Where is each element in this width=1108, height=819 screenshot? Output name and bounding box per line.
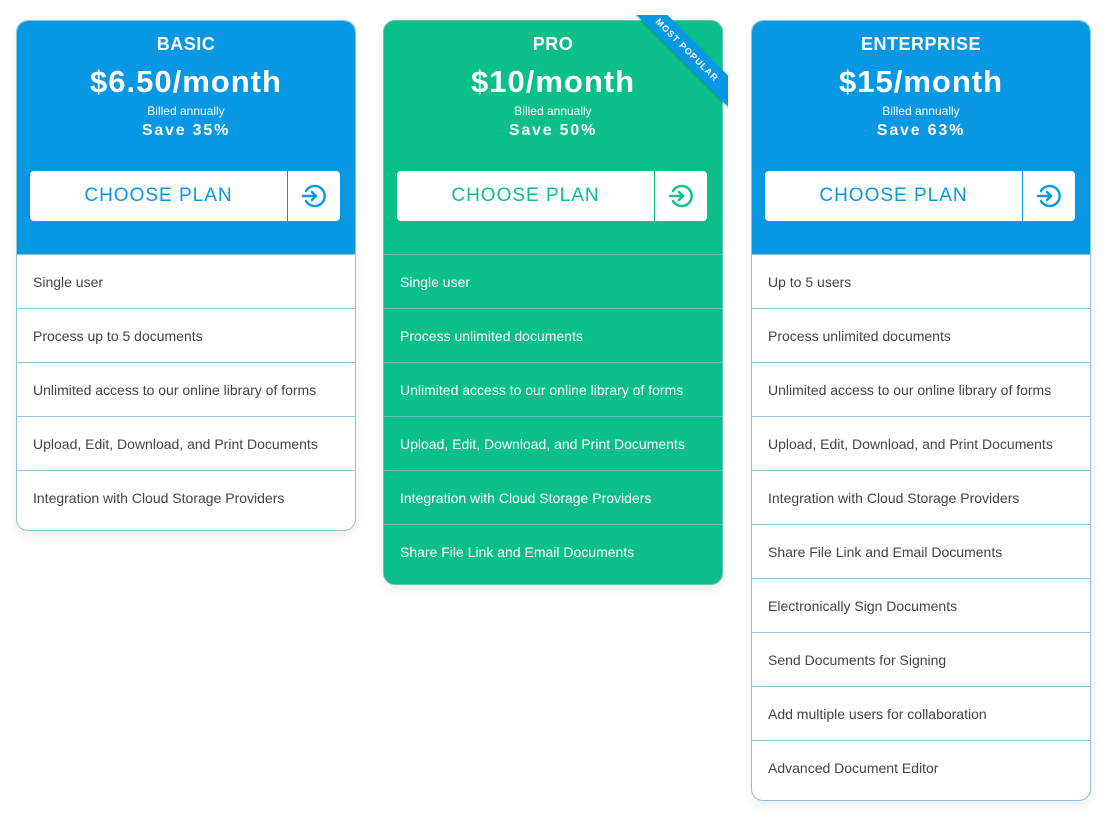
- feature-list: Single user Process up to 5 documents Un…: [17, 254, 355, 530]
- plan-header: PRO $10/month Billed annually Save 50% C…: [384, 21, 722, 254]
- feature-item: Process unlimited documents: [752, 308, 1090, 362]
- savings-label: Save 63%: [876, 122, 966, 139]
- arrow-circle-right-icon: [1022, 171, 1075, 221]
- feature-item: Upload, Edit, Download, and Print Docume…: [17, 416, 355, 470]
- plan-card-basic: BASIC $6.50/month Billed annually Save 3…: [16, 20, 356, 531]
- feature-item: Unlimited access to our online library o…: [384, 362, 722, 416]
- feature-list: Single user Process unlimited documents …: [384, 254, 722, 584]
- feature-item: Single user: [384, 254, 722, 308]
- plan-price: $10/month: [470, 64, 636, 99]
- feature-item: Upload, Edit, Download, and Print Docume…: [384, 416, 722, 470]
- feature-item: Process unlimited documents: [384, 308, 722, 362]
- billing-note: Billed annually: [882, 104, 960, 118]
- feature-item: Send Documents for Signing: [752, 632, 1090, 686]
- plan-card-enterprise: ENTERPRISE $15/month Billed annually Sav…: [751, 20, 1091, 801]
- feature-item: Single user: [17, 254, 355, 308]
- feature-item: Integration with Cloud Storage Providers: [17, 470, 355, 530]
- feature-item: Share File Link and Email Documents: [384, 524, 722, 584]
- plan-price: $15/month: [838, 64, 1004, 99]
- savings-label: Save 50%: [508, 122, 598, 139]
- choose-plan-button[interactable]: CHOOSE PLAN: [765, 171, 1075, 221]
- feature-item: Process up to 5 documents: [17, 308, 355, 362]
- plan-header: BASIC $6.50/month Billed annually Save 3…: [17, 21, 355, 254]
- feature-item: Share File Link and Email Documents: [752, 524, 1090, 578]
- plan-name: BASIC: [156, 34, 216, 54]
- plan-name: PRO: [532, 34, 574, 54]
- billing-note: Billed annually: [147, 104, 225, 118]
- feature-list: Up to 5 users Process unlimited document…: [752, 254, 1090, 800]
- choose-plan-button[interactable]: CHOOSE PLAN: [397, 171, 707, 221]
- feature-item: Integration with Cloud Storage Providers: [384, 470, 722, 524]
- choose-plan-label: CHOOSE PLAN: [84, 185, 233, 206]
- feature-item: Advanced Document Editor: [752, 740, 1090, 800]
- plan-card-pro: PRO $10/month Billed annually Save 50% C…: [383, 15, 728, 585]
- arrow-circle-right-icon: [654, 171, 707, 221]
- arrow-circle-right-icon: [287, 171, 340, 221]
- feature-item: Up to 5 users: [752, 254, 1090, 308]
- feature-item: Integration with Cloud Storage Providers: [752, 470, 1090, 524]
- choose-plan-label: CHOOSE PLAN: [451, 185, 600, 206]
- billing-note: Billed annually: [514, 104, 592, 118]
- feature-item: Upload, Edit, Download, and Print Docume…: [752, 416, 1090, 470]
- feature-item: Electronically Sign Documents: [752, 578, 1090, 632]
- plan-name: ENTERPRISE: [860, 34, 982, 54]
- feature-item: Add multiple users for collaboration: [752, 686, 1090, 740]
- plan-header: ENTERPRISE $15/month Billed annually Sav…: [752, 21, 1090, 254]
- feature-item: Unlimited access to our online library o…: [752, 362, 1090, 416]
- choose-plan-button[interactable]: CHOOSE PLAN: [30, 171, 340, 221]
- savings-label: Save 35%: [141, 122, 231, 139]
- choose-plan-label: CHOOSE PLAN: [819, 185, 968, 206]
- feature-item: Unlimited access to our online library o…: [17, 362, 355, 416]
- plan-price: $6.50/month: [90, 64, 282, 99]
